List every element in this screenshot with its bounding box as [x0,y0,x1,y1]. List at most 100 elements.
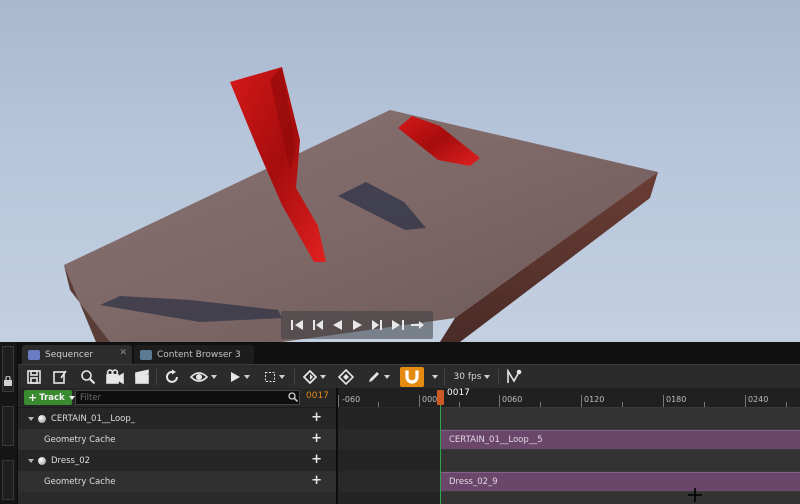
frame-rate-dropdown[interactable]: 30 fps [450,367,494,387]
save-as-icon [53,370,67,384]
jump-to-end-button[interactable] [389,315,406,335]
track-row-actor[interactable]: Dress_02 + [18,450,336,471]
play-button[interactable] [349,315,366,335]
render-movie-button[interactable] [132,367,152,387]
selection-options-button[interactable] [260,367,288,387]
save-icon [27,370,41,384]
expand-arrow-icon[interactable] [28,458,34,463]
scene-render [64,67,658,342]
auto-key-button[interactable] [336,367,356,387]
major-tick [338,395,339,407]
chevron-down-icon [210,375,217,379]
clapperboard-icon [135,369,149,384]
tab-label: Content Browser 3 [157,349,241,360]
geometry-cache-section[interactable]: Dress_02_9 [441,472,800,491]
find-in-content-browser-button[interactable] [78,367,98,387]
save-button[interactable] [24,367,44,387]
restore-state-button[interactable] [162,367,182,387]
pencil-icon [368,372,379,382]
close-icon[interactable]: ✕ [119,348,127,358]
add-key-icon[interactable]: + [311,474,322,487]
jump-to-end-icon [391,320,404,330]
track-outliner: + Track 0017 CERTAIN_01__Loop_ + Geometr… [18,388,336,504]
toolbar-separator [498,369,499,385]
chevron-down-icon [484,375,491,379]
curve-editor-button[interactable] [504,367,524,387]
time-ruler[interactable]: -060 0000 0060 0120 0180 0240 [338,388,800,407]
add-subtrack-icon[interactable]: + [311,453,322,466]
major-tick [419,395,420,407]
minor-tick [786,402,787,407]
loop-toggle-button[interactable] [409,315,426,335]
playhead-line [440,398,441,504]
magnet-icon [405,370,419,384]
major-tick [745,395,746,407]
frame-rate-label: 30 fps [453,372,482,382]
track-filter-input[interactable] [75,390,300,405]
track-filter-row: + Track 0017 [18,388,336,407]
step-forward-button[interactable] [369,315,386,335]
snap-options-dropdown[interactable] [428,367,438,387]
chevron-down-icon [431,375,438,379]
tick-label: -060 [342,395,361,404]
major-tick [663,395,664,407]
level-viewport[interactable] [0,0,800,342]
snap-toggle-button[interactable] [400,367,424,387]
track-row-geometry-cache[interactable]: Geometry Cache + [18,429,336,450]
edit-options-button[interactable] [364,367,392,387]
tab-content-browser[interactable]: Content Browser 3 [134,345,254,364]
track-label: Dress_02 [51,455,91,466]
play-reverse-button[interactable] [329,315,346,335]
play-icon [230,372,240,382]
tab-label: Sequencer [45,349,94,360]
step-back-button[interactable] [309,315,326,335]
geometry-cache-section[interactable]: CERTAIN_01__Loop__5 [441,430,800,449]
toolbar-separator [156,369,157,385]
playhead-handle[interactable] [437,390,444,405]
add-key-icon[interactable]: + [311,432,322,445]
track-empty-space [18,492,336,504]
track-row-geometry-cache[interactable]: Geometry Cache + [18,471,336,492]
camera-icon [106,369,124,385]
unreal-editor-window: Sequencer ✕ Content Browser 3 30 fps + T… [0,0,800,504]
out-of-range-shade [338,407,441,504]
tab-sequencer[interactable]: Sequencer ✕ [22,345,132,364]
add-subtrack-icon[interactable]: + [311,411,322,424]
search-icon [81,370,96,385]
viewport-playback-bar [281,311,433,339]
actor-sphere-icon [38,414,46,423]
curve-editor-icon [507,369,522,383]
jump-to-start-icon [290,320,303,330]
track-label: CERTAIN_01__Loop_ [51,413,136,424]
chevron-down-icon [319,375,326,379]
track-label: Geometry Cache [44,434,116,445]
expand-arrow-icon[interactable] [28,416,34,421]
add-track-label: Track [39,392,65,403]
selection-box-icon [264,372,275,382]
search-icon [288,392,298,402]
timeline-area[interactable]: -060 0000 0060 0120 0180 0240 CERTAIN_01… [338,388,800,504]
left-panel-box [2,460,14,500]
tick-label: 0240 [748,395,769,404]
key-options-button[interactable] [300,367,328,387]
major-tick [581,395,582,407]
toolbar-separator [444,369,445,385]
playback-options-button[interactable] [226,367,252,387]
left-panel-strip [0,342,18,504]
track-label: Geometry Cache [44,476,116,487]
tick-label: 0060 [502,395,523,404]
view-options-button[interactable] [188,367,218,387]
major-tick [499,395,500,407]
current-frame-readout: 0017 [306,391,329,401]
minor-tick [622,402,623,407]
track-row-actor[interactable]: CERTAIN_01__Loop_ + [18,408,336,429]
lock-icon[interactable] [3,376,13,386]
jump-to-start-button[interactable] [289,315,306,335]
section-label: Dress_02_9 [449,477,498,487]
add-track-button[interactable]: + Track [24,390,75,405]
editor-tab-bar: Sequencer ✕ Content Browser 3 [18,342,800,364]
arrow-right-icon [410,321,424,329]
save-as-button[interactable] [50,367,70,387]
create-camera-button[interactable] [104,367,126,387]
keyframe-icon [302,370,317,384]
